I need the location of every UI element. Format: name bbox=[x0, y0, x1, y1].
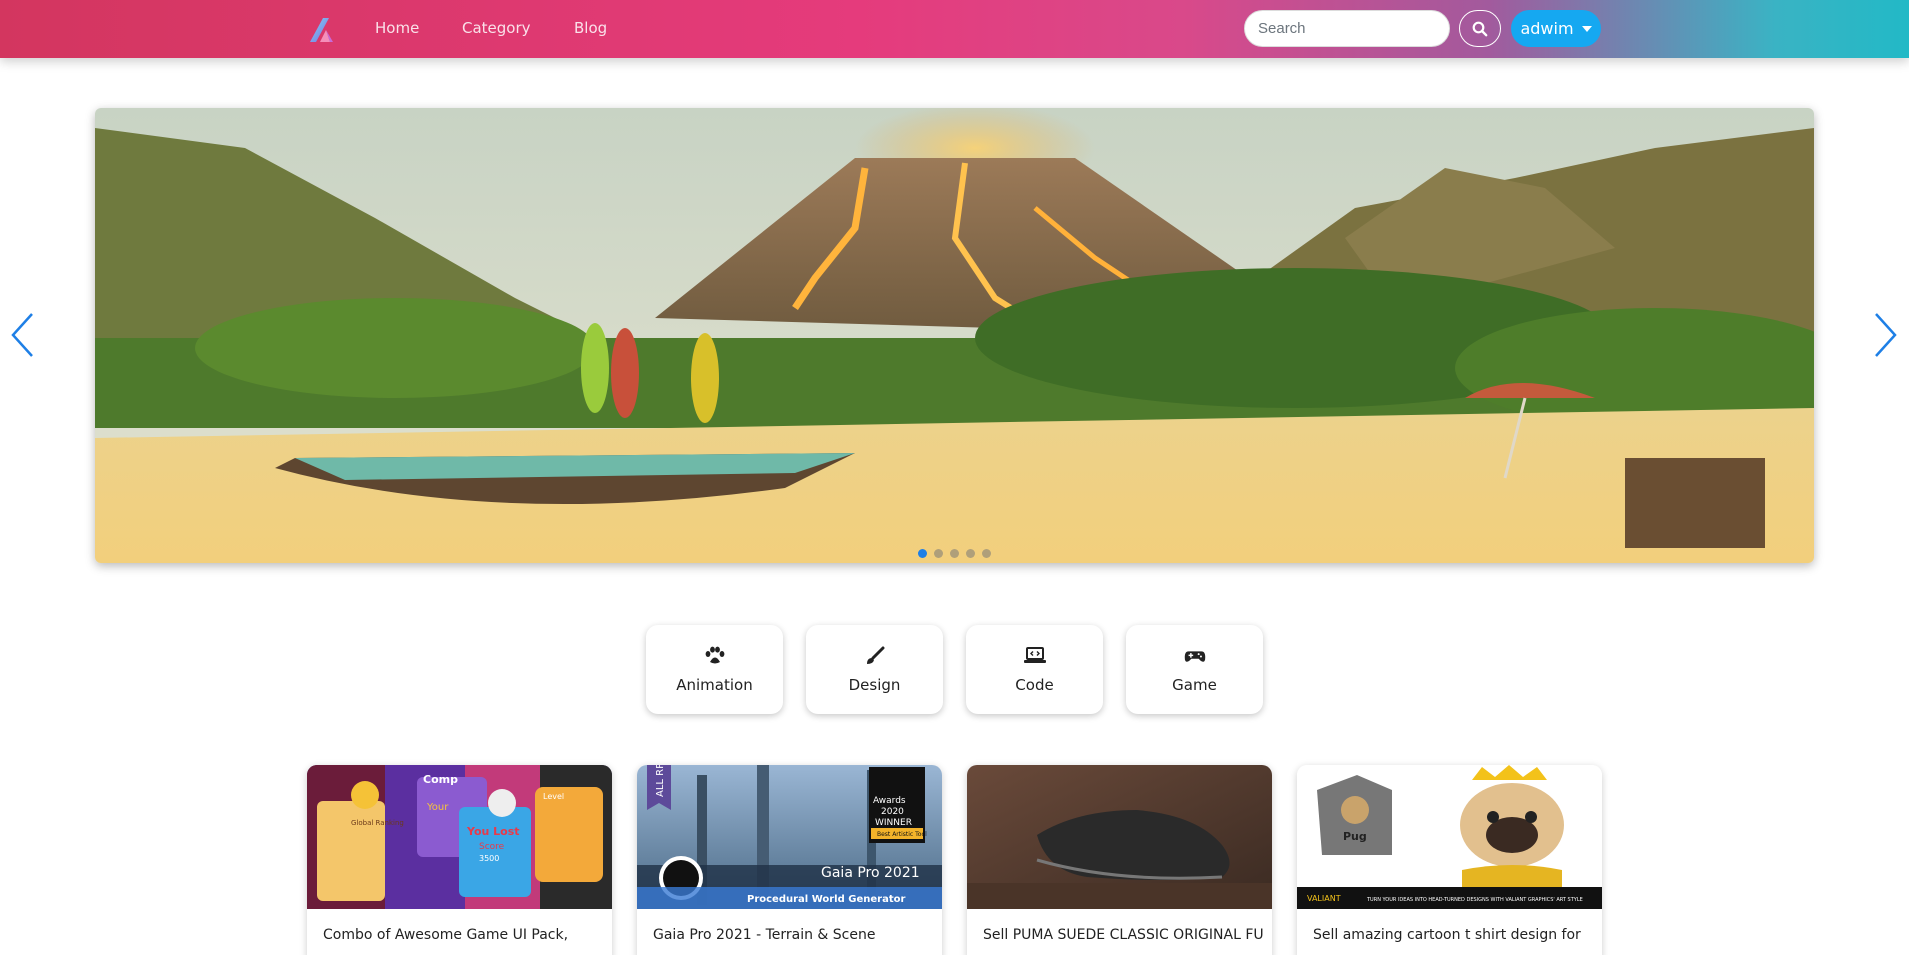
carousel-indicators bbox=[95, 549, 1814, 558]
hero-carousel[interactable] bbox=[95, 108, 1814, 563]
product-card[interactable]: Global Ranking Comp Your You Lost Score … bbox=[307, 765, 612, 955]
category-card-game[interactable]: Game bbox=[1126, 625, 1263, 714]
svg-text:2020: 2020 bbox=[881, 807, 904, 817]
carousel-indicator[interactable] bbox=[950, 549, 959, 558]
category-label: Code bbox=[1015, 675, 1054, 694]
search-input[interactable] bbox=[1244, 10, 1450, 47]
chevron-left-icon[interactable] bbox=[8, 310, 38, 360]
svg-text:WINNER: WINNER bbox=[875, 818, 912, 828]
product-card[interactable]: Sell PUMA SUEDE CLASSIC ORIGINAL FULL bbox=[967, 765, 1272, 955]
svg-text:Level: Level bbox=[543, 792, 564, 801]
nav-link-home[interactable]: Home bbox=[375, 19, 419, 37]
product-thumbnail: Pug VALIANT TURN YOUR IDEAS INTO HEAD-TU… bbox=[1297, 765, 1602, 909]
svg-text:Procedural World Generator: Procedural World Generator bbox=[747, 894, 905, 905]
svg-text:Score: Score bbox=[479, 842, 505, 852]
paw-icon bbox=[705, 646, 724, 663]
carousel-indicator[interactable] bbox=[966, 549, 975, 558]
category-label: Game bbox=[1172, 675, 1217, 694]
category-card-design[interactable]: Design bbox=[806, 625, 943, 714]
user-name: adwim bbox=[1520, 19, 1574, 38]
brand-logo[interactable] bbox=[306, 16, 336, 42]
carousel-indicator[interactable] bbox=[934, 549, 943, 558]
carousel-indicator[interactable] bbox=[918, 549, 927, 558]
laptop-code-icon bbox=[1023, 646, 1046, 663]
svg-text:Pug: Pug bbox=[1343, 830, 1367, 843]
product-card[interactable]: ALL RP Awards 2020 WINNER Best Artistic … bbox=[637, 765, 942, 955]
search-button[interactable] bbox=[1459, 10, 1501, 47]
product-title[interactable]: Gaia Pro 2021 - Terrain & Scene bbox=[653, 927, 933, 943]
svg-text:VALIANT: VALIANT bbox=[1307, 894, 1341, 903]
svg-text:3500: 3500 bbox=[479, 854, 499, 863]
svg-text:Gaia Pro 2021: Gaia Pro 2021 bbox=[821, 865, 920, 881]
product-title[interactable]: Combo of Awesome Game UI Pack, bbox=[323, 927, 603, 943]
search-icon bbox=[1472, 21, 1488, 36]
category-label: Design bbox=[848, 675, 901, 694]
user-menu-button[interactable]: adwim bbox=[1511, 10, 1601, 47]
product-thumbnail bbox=[967, 765, 1272, 909]
nav-link-blog[interactable]: Blog bbox=[574, 19, 607, 37]
nav-link-category[interactable]: Category bbox=[462, 19, 531, 37]
product-card[interactable]: Pug VALIANT TURN YOUR IDEAS INTO HEAD-TU… bbox=[1297, 765, 1602, 955]
svg-text:Your: Your bbox=[426, 802, 449, 813]
product-title[interactable]: Sell PUMA SUEDE CLASSIC ORIGINAL FULL bbox=[983, 927, 1263, 943]
gamepad-icon bbox=[1184, 650, 1205, 662]
caret-down-icon bbox=[1581, 25, 1592, 32]
svg-text:Comp: Comp bbox=[423, 773, 458, 786]
svg-text:TURN YOUR IDEAS INTO HEAD-TURN: TURN YOUR IDEAS INTO HEAD-TURNED DESIGNS… bbox=[1366, 897, 1583, 903]
svg-text:You Lost: You Lost bbox=[466, 825, 520, 838]
chevron-right-icon[interactable] bbox=[1870, 310, 1900, 360]
carousel-slide-image bbox=[95, 108, 1814, 563]
svg-text:ALL RP: ALL RP bbox=[655, 765, 666, 797]
svg-text:Awards: Awards bbox=[873, 796, 906, 806]
svg-text:Global Ranking: Global Ranking bbox=[351, 819, 404, 827]
product-thumbnail: Global Ranking Comp Your You Lost Score … bbox=[307, 765, 612, 909]
carousel-indicator[interactable] bbox=[982, 549, 991, 558]
svg-text:Best Artistic Tool: Best Artistic Tool bbox=[877, 831, 927, 838]
navbar: Home Category Blog adwim bbox=[0, 0, 1909, 58]
product-title[interactable]: Sell amazing cartoon t shirt design for bbox=[1313, 927, 1593, 943]
category-card-animation[interactable]: Animation bbox=[646, 625, 783, 714]
category-label: Animation bbox=[676, 675, 753, 694]
paintbrush-icon bbox=[866, 646, 884, 664]
product-thumbnail: ALL RP Awards 2020 WINNER Best Artistic … bbox=[637, 765, 942, 909]
category-card-code[interactable]: Code bbox=[966, 625, 1103, 714]
